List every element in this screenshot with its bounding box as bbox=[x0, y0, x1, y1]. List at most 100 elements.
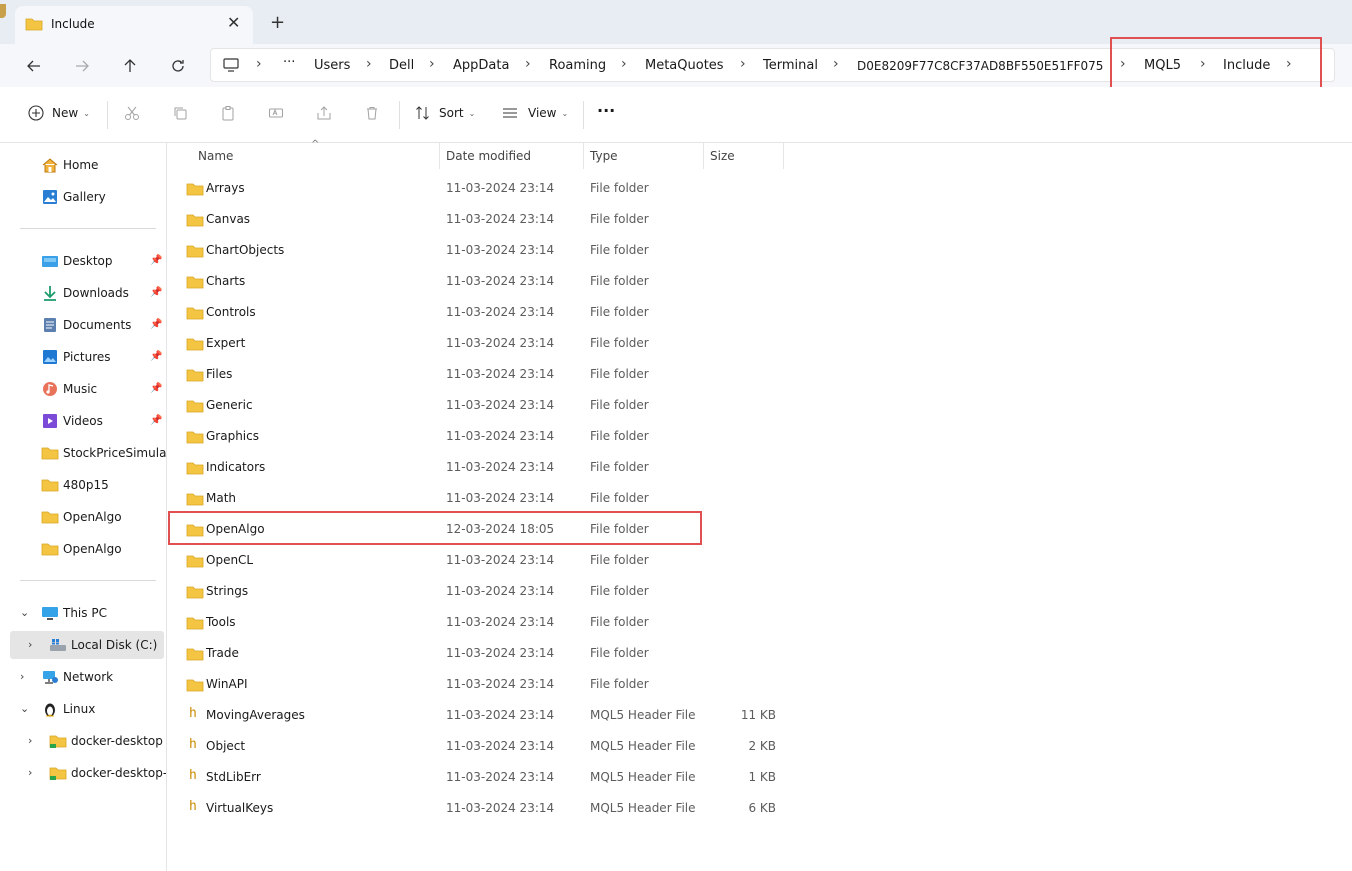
breadcrumb-dell[interactable]: Dell bbox=[389, 58, 414, 73]
column-header-name[interactable]: Name bbox=[198, 149, 233, 163]
forward-button[interactable] bbox=[68, 52, 96, 80]
sidebar-label: Gallery bbox=[63, 190, 106, 204]
sort-button[interactable]: Sort ⌄ bbox=[415, 105, 475, 121]
chevron-right-icon[interactable]: › bbox=[20, 670, 24, 683]
file-row[interactable]: Trade 11-03-2024 23:14 File folder bbox=[178, 637, 788, 668]
sidebar-item-local-disk[interactable]: › Local Disk (C:) bbox=[10, 631, 164, 659]
pin-icon[interactable]: 📌 bbox=[150, 319, 162, 330]
file-date: 11-03-2024 23:14 bbox=[446, 398, 555, 412]
column-header-size[interactable]: Size bbox=[710, 149, 735, 163]
file-size: 6 KB bbox=[748, 801, 776, 815]
file-row[interactable]: h VirtualKeys 11-03-2024 23:14 MQL5 Header … bbox=[178, 792, 788, 823]
sidebar-item-downloads[interactable]: Downloads 📌 bbox=[8, 279, 166, 307]
sidebar-item-desktop[interactable]: Desktop 📌 bbox=[8, 247, 166, 275]
sidebar-item-stockpricesimulation[interactable]: StockPriceSimulatio bbox=[8, 439, 166, 467]
folder-icon bbox=[186, 336, 204, 355]
share-button[interactable] bbox=[316, 105, 332, 121]
view-button[interactable]: View ⌄ bbox=[502, 105, 568, 121]
sidebar-item-pictures[interactable]: Pictures 📌 bbox=[8, 343, 166, 371]
file-name: Object bbox=[206, 739, 246, 753]
column-divider[interactable] bbox=[783, 143, 784, 169]
file-row[interactable]: Indicators 11-03-2024 23:14 File folder bbox=[178, 451, 788, 482]
new-button[interactable]: New ⌄ bbox=[28, 105, 90, 121]
sidebar-item-480p15[interactable]: 480p15 bbox=[8, 471, 166, 499]
file-name: StdLibErr bbox=[206, 770, 261, 784]
file-row[interactable]: Expert 11-03-2024 23:14 File folder bbox=[178, 327, 788, 358]
pin-icon[interactable]: 📌 bbox=[150, 351, 162, 362]
arrow-left-icon bbox=[27, 60, 40, 72]
file-row[interactable]: Math 11-03-2024 23:14 File folder bbox=[178, 482, 788, 513]
file-row[interactable]: Tools 11-03-2024 23:14 File folder bbox=[178, 606, 788, 637]
sidebar-item-linux[interactable]: ⌄ Linux bbox=[8, 695, 166, 723]
pin-icon[interactable]: 📌 bbox=[150, 383, 162, 394]
file-name: Strings bbox=[206, 584, 249, 598]
breadcrumb-users[interactable]: Users bbox=[314, 58, 350, 73]
delete-button[interactable] bbox=[364, 105, 380, 121]
file-row[interactable]: Arrays 11-03-2024 23:14 File folder bbox=[178, 172, 788, 203]
sidebar-item-network[interactable]: › Network bbox=[8, 663, 166, 691]
sidebar-item-openalgo-2[interactable]: OpenAlgo bbox=[8, 535, 166, 563]
chevron-down-icon[interactable]: ⌄ bbox=[20, 606, 29, 619]
back-button[interactable] bbox=[20, 52, 48, 80]
cut-button[interactable] bbox=[124, 105, 140, 121]
folder-icon bbox=[186, 398, 204, 417]
tab-include[interactable]: Include ✕ bbox=[15, 6, 253, 44]
chevron-down-icon[interactable]: ⌄ bbox=[20, 702, 29, 715]
paste-button[interactable] bbox=[220, 105, 236, 121]
column-divider[interactable] bbox=[439, 143, 440, 169]
breadcrumb-metaquotes[interactable]: MetaQuotes bbox=[645, 58, 724, 73]
sidebar-item-openalgo[interactable]: OpenAlgo bbox=[8, 503, 166, 531]
column-header-type[interactable]: Type bbox=[590, 149, 618, 163]
more-options-button[interactable]: ··· bbox=[597, 101, 615, 120]
file-row[interactable]: ChartObjects 11-03-2024 23:14 File folder bbox=[178, 234, 788, 265]
file-row[interactable]: Graphics 11-03-2024 23:14 File folder bbox=[178, 420, 788, 451]
pane-divider[interactable] bbox=[166, 143, 167, 871]
file-row[interactable]: h MovingAverages 11-03-2024 23:14 MQL5 Head… bbox=[178, 699, 788, 730]
sidebar-item-home[interactable]: Home bbox=[8, 151, 166, 179]
pin-icon[interactable]: 📌 bbox=[150, 255, 162, 266]
download-icon bbox=[41, 285, 59, 304]
column-header-date[interactable]: Date modified bbox=[446, 149, 531, 163]
folder-icon bbox=[49, 765, 67, 784]
file-row[interactable]: Files 11-03-2024 23:14 File folder bbox=[178, 358, 788, 389]
sidebar-item-videos[interactable]: Videos 📌 bbox=[8, 407, 166, 435]
breadcrumb-ellipsis[interactable]: ··· bbox=[283, 55, 295, 70]
trash-icon bbox=[367, 107, 377, 120]
sidebar-item-docker-desktop-data[interactable]: › docker-desktop-d bbox=[8, 759, 166, 787]
file-row[interactable]: Strings 11-03-2024 23:14 File folder bbox=[178, 575, 788, 606]
sidebar-item-documents[interactable]: Documents 📌 bbox=[8, 311, 166, 339]
breadcrumb-roaming[interactable]: Roaming bbox=[549, 58, 606, 73]
chevron-right-icon[interactable]: › bbox=[28, 734, 32, 747]
close-tab-icon[interactable]: ✕ bbox=[227, 13, 240, 32]
copy-button[interactable] bbox=[172, 105, 188, 121]
file-row[interactable]: h StdLibErr 11-03-2024 23:14 MQL5 Header Fi… bbox=[178, 761, 788, 792]
file-row[interactable]: Controls 11-03-2024 23:14 File folder bbox=[178, 296, 788, 327]
pin-icon[interactable]: 📌 bbox=[150, 415, 162, 426]
file-row[interactable]: OpenCL 11-03-2024 23:14 File folder bbox=[178, 544, 788, 575]
sidebar-item-gallery[interactable]: Gallery bbox=[8, 183, 166, 211]
refresh-button[interactable] bbox=[164, 52, 192, 80]
column-header-row: ^ Name Date modified Type Size bbox=[167, 139, 1352, 169]
file-name: Files bbox=[206, 367, 233, 381]
breadcrumb-terminal-id[interactable]: D0E8209F77C8CF37AD8BF550E51FF075 bbox=[857, 59, 1103, 73]
breadcrumb-appdata[interactable]: AppData bbox=[453, 58, 509, 73]
up-button[interactable] bbox=[116, 52, 144, 80]
file-row[interactable]: WinAPI 11-03-2024 23:14 File folder bbox=[178, 668, 788, 699]
file-row[interactable]: h Object 11-03-2024 23:14 MQL5 Header File 2… bbox=[178, 730, 788, 761]
file-row[interactable]: Generic 11-03-2024 23:14 File folder bbox=[178, 389, 788, 420]
file-row[interactable]: Canvas 11-03-2024 23:14 File folder bbox=[178, 203, 788, 234]
chevron-right-icon[interactable]: › bbox=[28, 638, 32, 651]
file-type: File folder bbox=[590, 677, 649, 691]
rename-button[interactable] bbox=[268, 105, 284, 121]
new-tab-icon[interactable]: + bbox=[270, 12, 285, 33]
pin-icon[interactable]: 📌 bbox=[150, 287, 162, 298]
videos-icon bbox=[41, 413, 59, 432]
column-divider[interactable] bbox=[583, 143, 584, 169]
sidebar-item-docker-desktop[interactable]: › docker-desktop bbox=[8, 727, 166, 755]
file-row[interactable]: Charts 11-03-2024 23:14 File folder bbox=[178, 265, 788, 296]
chevron-right-icon[interactable]: › bbox=[28, 766, 32, 779]
sidebar-item-music[interactable]: Music 📌 bbox=[8, 375, 166, 403]
sidebar-item-this-pc[interactable]: ⌄ This PC bbox=[8, 599, 166, 627]
column-divider[interactable] bbox=[703, 143, 704, 169]
breadcrumb-terminal[interactable]: Terminal bbox=[763, 58, 818, 73]
